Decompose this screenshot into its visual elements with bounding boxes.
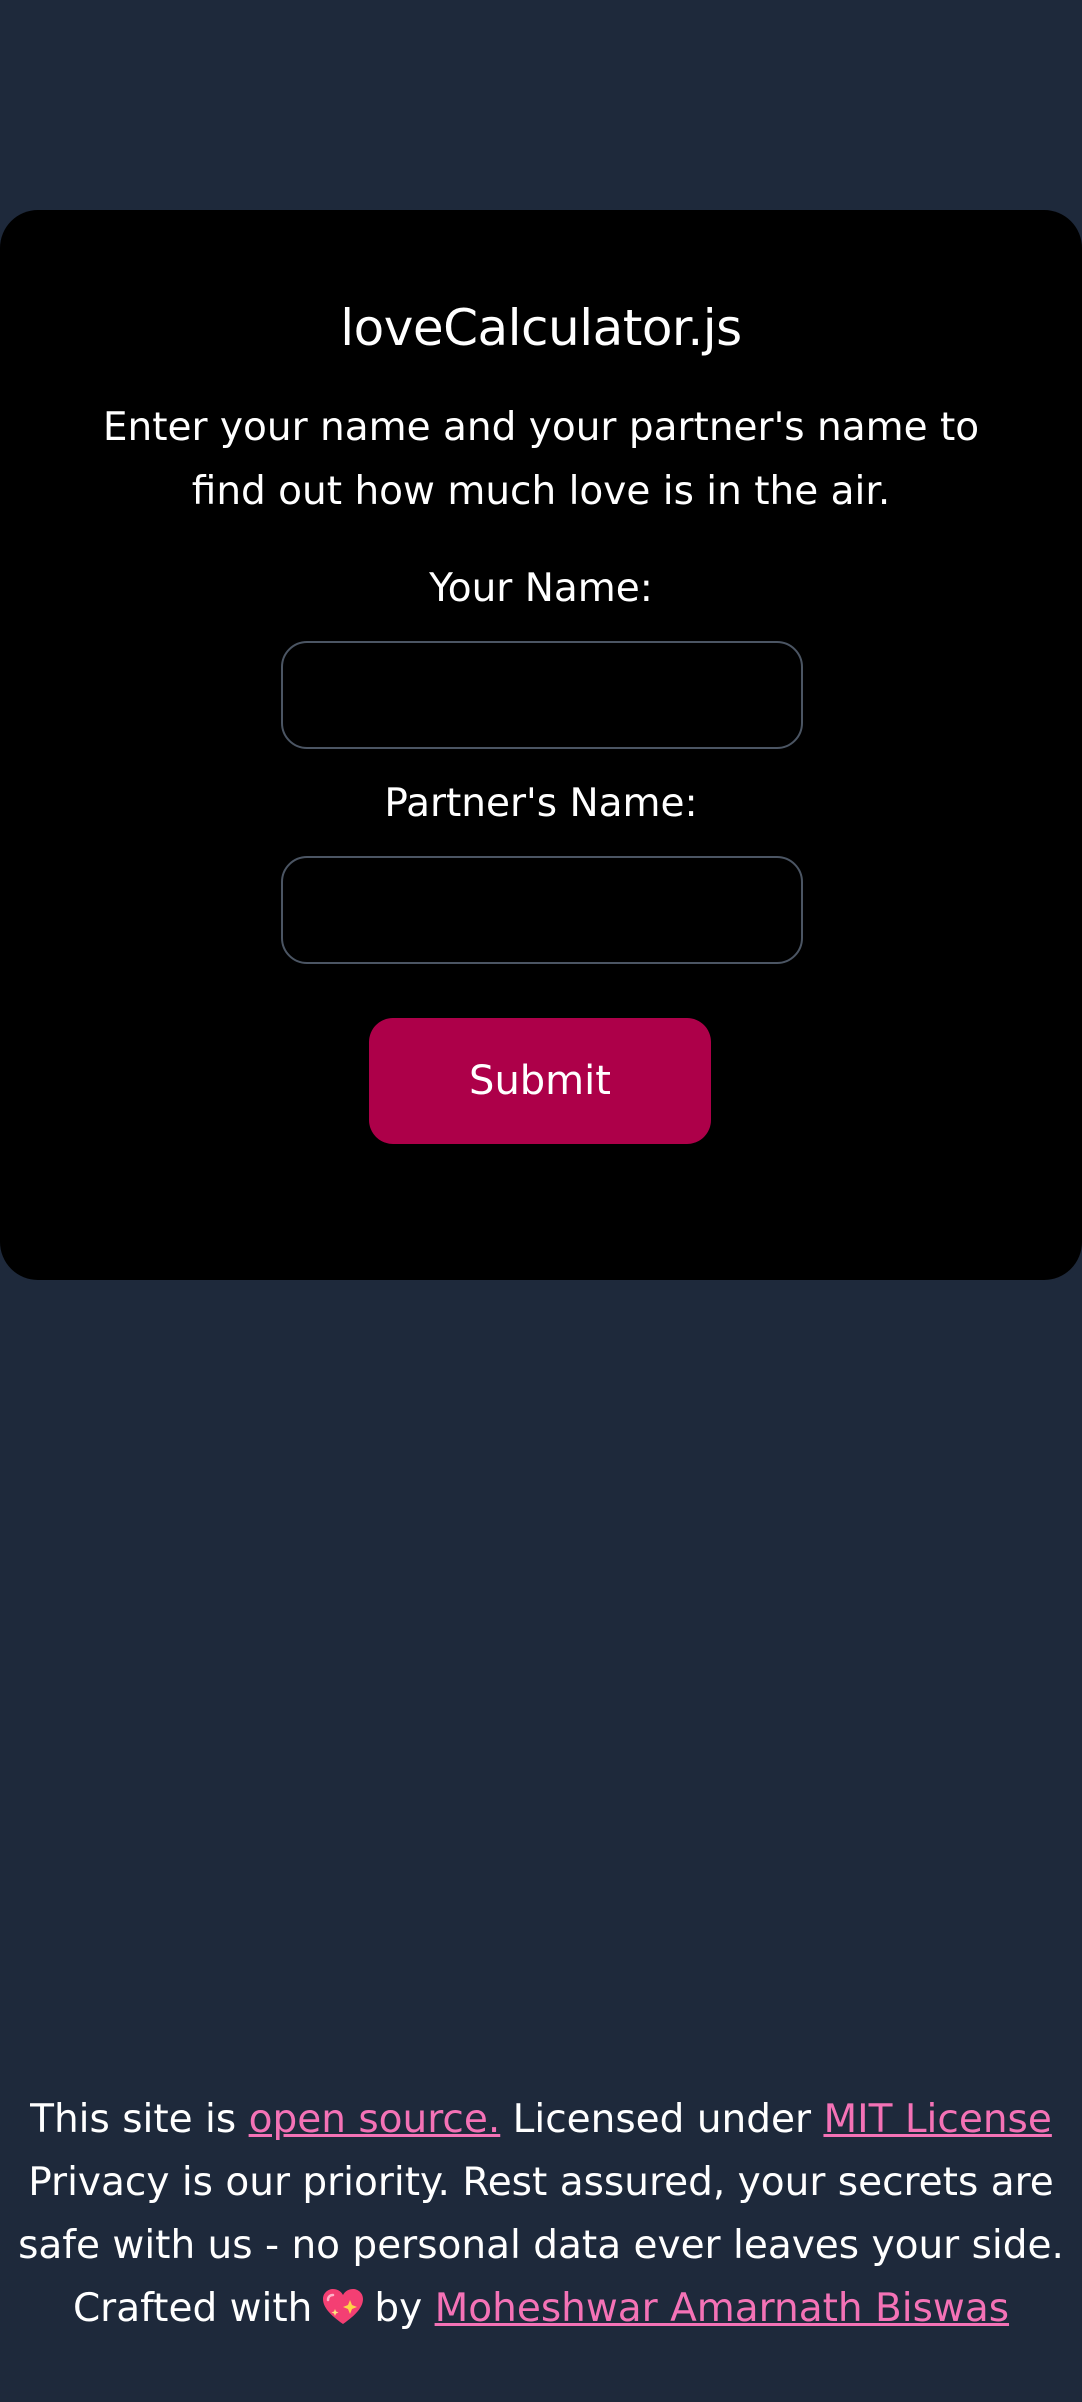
partner-name-input[interactable]	[281, 856, 803, 964]
footer: This site is open source. Licensed under…	[0, 2088, 1082, 2340]
sparkling-heart-icon	[323, 2289, 364, 2324]
open-source-link[interactable]: open source.	[249, 2097, 501, 2142]
mit-license-link[interactable]: MIT License	[823, 2097, 1051, 2142]
footer-crafted-by: by	[374, 2286, 423, 2331]
your-name-input[interactable]	[281, 641, 803, 749]
intro-text: Enter your name and your partner's name …	[102, 405, 980, 514]
footer-open-source-prefix: This site is	[30, 2097, 249, 2142]
footer-crafted-prefix: Crafted with	[72, 2286, 313, 2331]
calculator-card: loveCalculator.js Enter your name and yo…	[0, 210, 1082, 1280]
submit-button[interactable]: Submit	[369, 1018, 711, 1144]
footer-license-middle: Licensed under	[500, 2097, 824, 2142]
app-title: loveCalculator.js	[340, 299, 742, 357]
partner-name-label: Partner's Name:	[384, 781, 698, 826]
footer-license-line: This site is open source. Licensed under…	[0, 2088, 1082, 2151]
author-link[interactable]: Moheshwar Amarnath Biswas	[435, 2286, 1009, 2331]
your-name-label: Your Name:	[429, 566, 653, 611]
footer-credits-line: Crafted with by Moheshwar Amarnath Biswa…	[0, 2277, 1082, 2340]
footer-privacy-text: Privacy is our priority. Rest assured, y…	[18, 2160, 1064, 2268]
